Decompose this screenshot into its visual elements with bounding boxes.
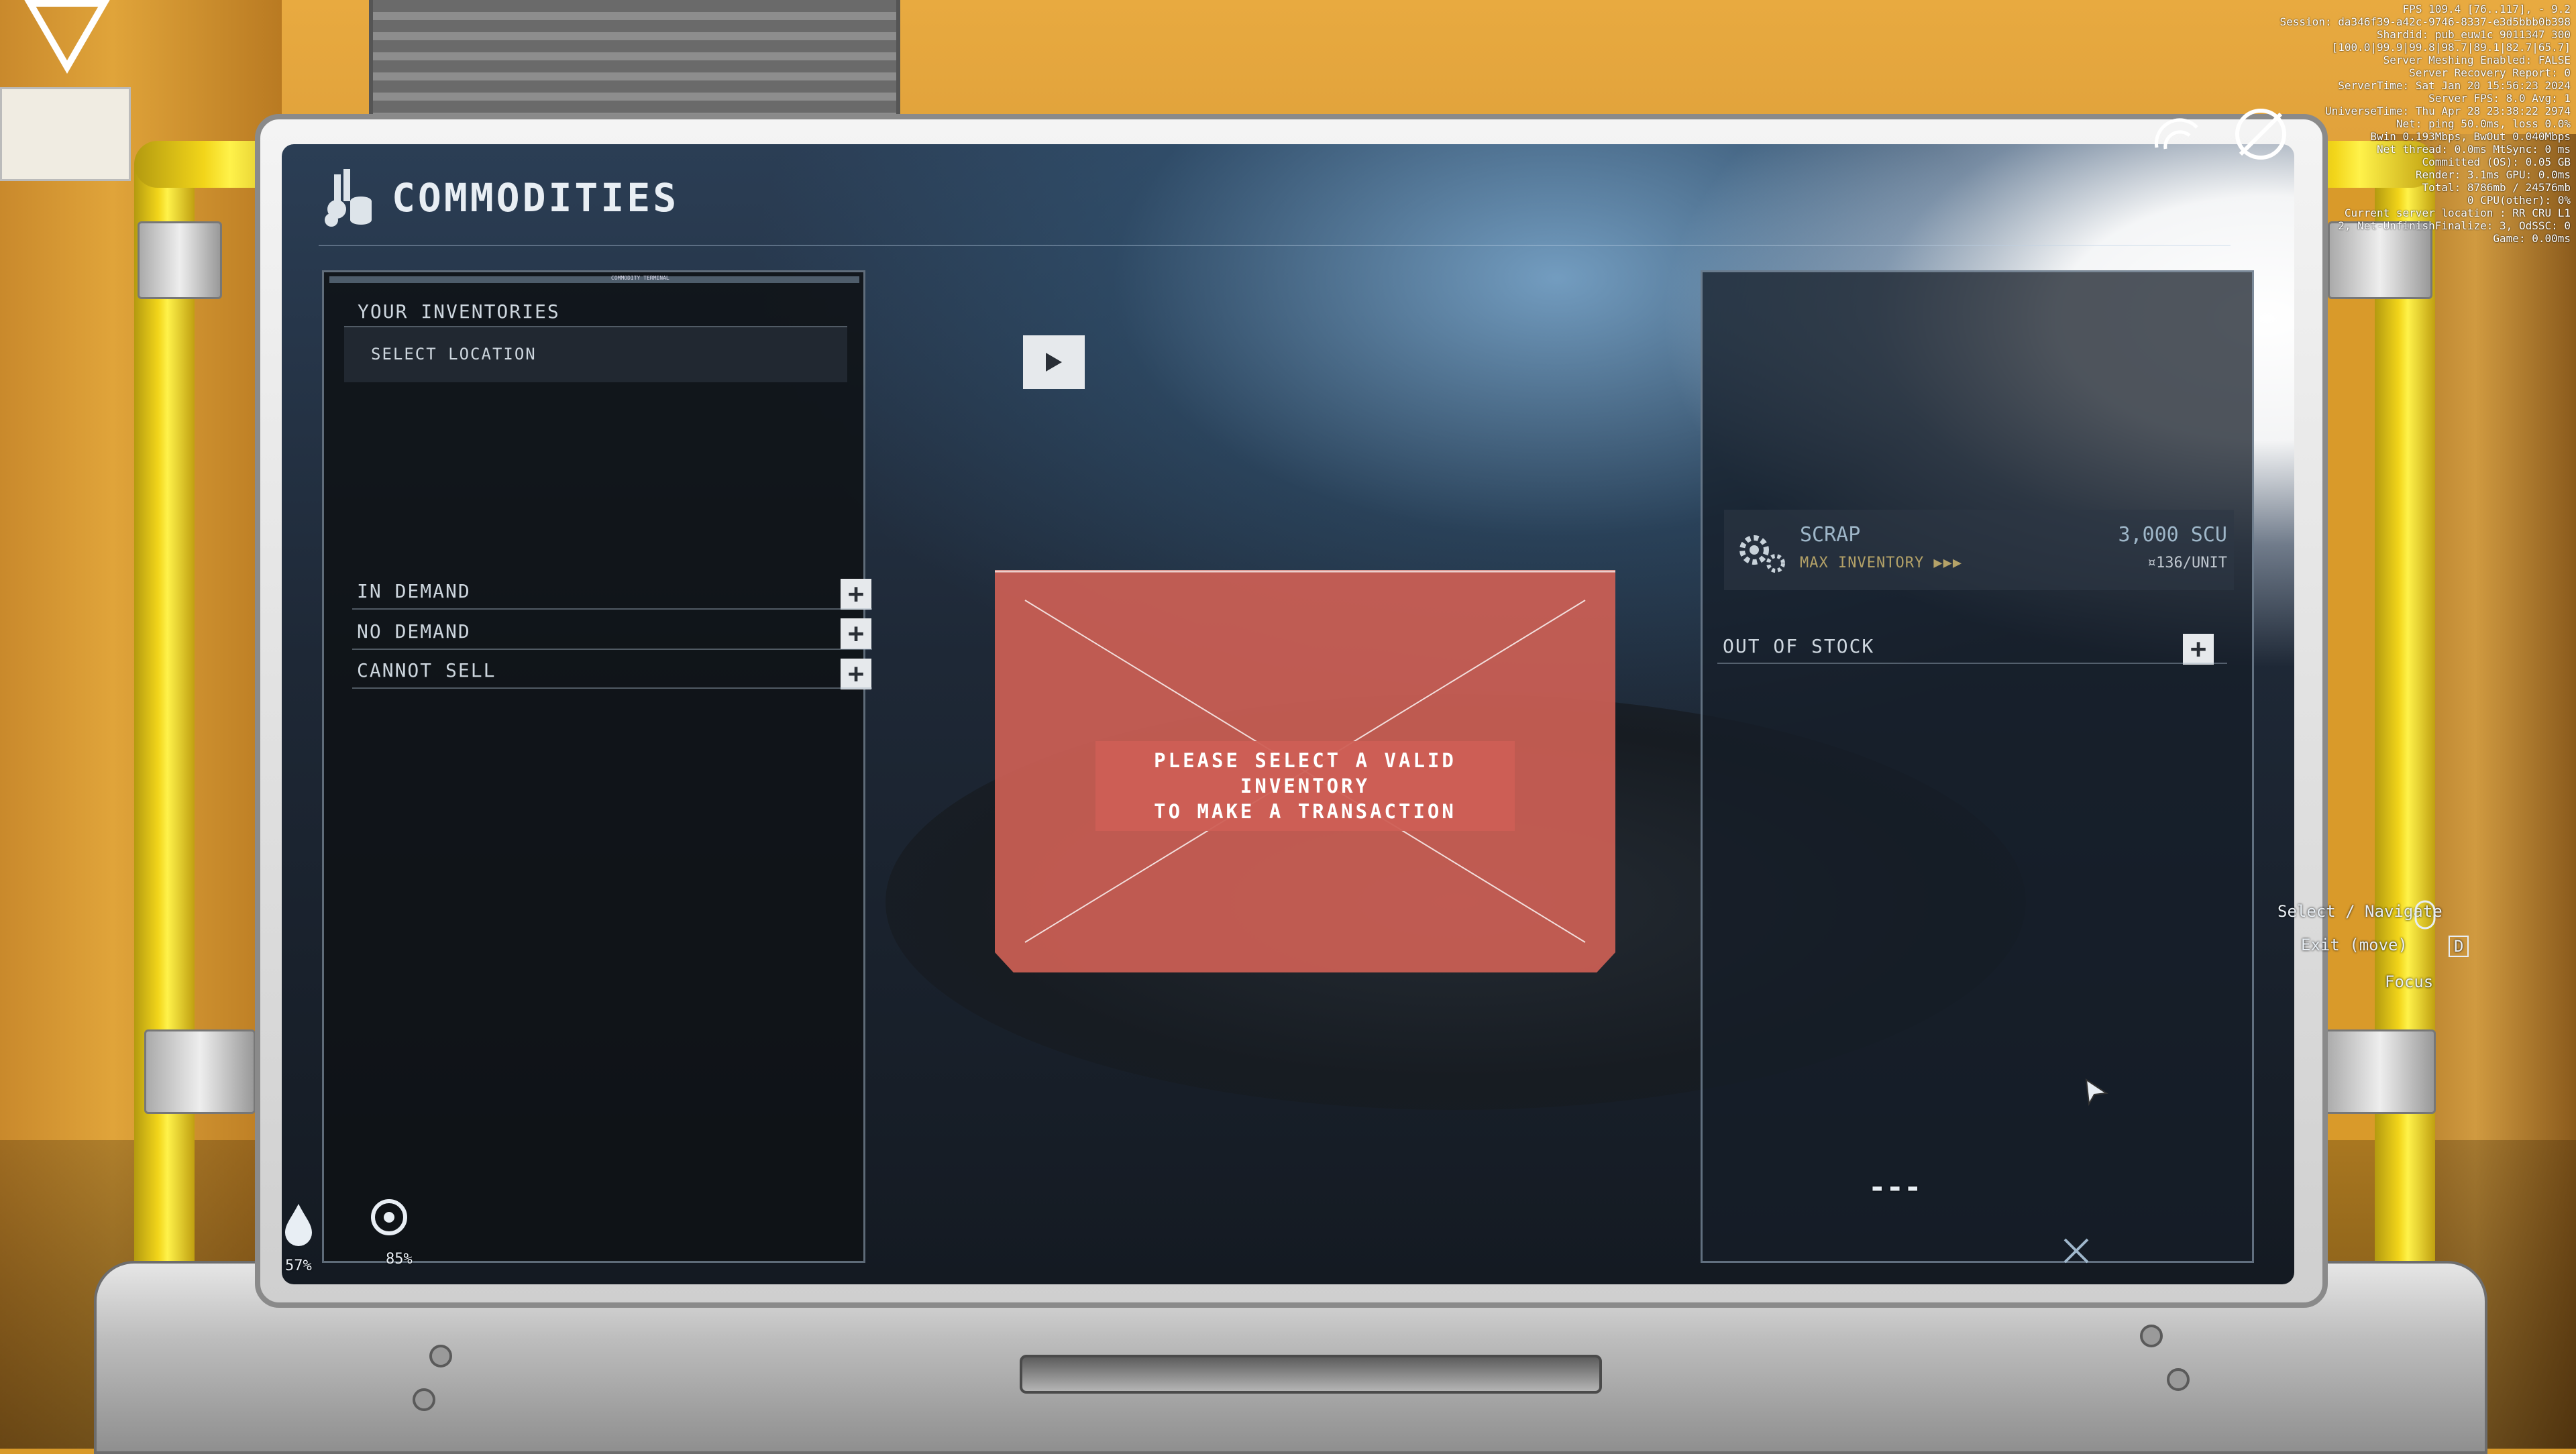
max-inventory-label: MAX INVENTORY ▶▶▶ xyxy=(1800,555,1963,571)
no-signal-icon xyxy=(2235,109,2286,160)
inventories-heading: YOUR INVENTORIES xyxy=(358,300,560,323)
mouse-icon xyxy=(2414,900,2436,930)
debug-line: Total: 8786mb / 24576mb xyxy=(2422,181,2571,194)
fuel-drop-icon xyxy=(285,1204,312,1246)
divider xyxy=(352,649,872,650)
select-location-label: SELECT LOCATION xyxy=(371,345,537,364)
debug-line: Server FPS: 8.0 Avg: 1 xyxy=(2428,92,2571,105)
bolt xyxy=(429,1345,452,1367)
debug-line: ServerTime: Sat Jan 20 15:56:23 2024 xyxy=(2338,79,2571,92)
debug-line: Server Meshing Enabled: FALSE xyxy=(2383,54,2571,66)
gear-icon xyxy=(1739,535,1785,573)
play-arrow-icon xyxy=(1046,353,1062,372)
fuel-percent: 57% xyxy=(285,1257,312,1274)
debug-line: Net: ping 50.0ms, loss 0.0% xyxy=(2396,117,2571,130)
expand-no-demand-button[interactable]: + xyxy=(841,618,871,649)
signal-icon xyxy=(2154,118,2198,150)
bolt xyxy=(413,1388,435,1411)
debug-line: [100.0|99.9|99.8|98.7|89.1|82.7|65.7] xyxy=(2331,41,2571,54)
debug-line: Render: 3.1ms GPU: 0.0ms xyxy=(2415,168,2571,181)
message-line-2: TO MAKE A TRANSACTION xyxy=(1154,800,1456,823)
expand-cannot-sell-button[interactable]: + xyxy=(841,659,871,689)
status-dashes: --- xyxy=(1868,1170,1922,1205)
expand-out-of-stock-button[interactable]: + xyxy=(2183,634,2214,665)
panel-caption-strip: COMMODITY TERMINAL xyxy=(329,275,859,283)
header-divider xyxy=(319,245,2231,246)
section-no-demand[interactable]: NO DEMAND xyxy=(357,620,471,642)
debug-line: FPS 109.4 [76..117], - 9.2 xyxy=(2402,3,2571,15)
divider xyxy=(352,687,872,689)
commodity-scu: 3,000 SCU xyxy=(2118,523,2227,547)
rail-clamp xyxy=(138,221,222,299)
debug-line: Bwin 0.193Mbps, BwOut 0.040Mbps xyxy=(2370,130,2571,143)
debug-line: Game: 0.00ms xyxy=(2493,232,2571,245)
inventory-panel: COMMODITY TERMINAL YOUR INVENTORIES SELE… xyxy=(322,270,865,1263)
wall-sticker xyxy=(0,87,131,181)
panel-caption: COMMODITY TERMINAL xyxy=(611,275,669,281)
bolt xyxy=(2167,1368,2190,1391)
debug-line: Current server location : RR CRU L1 xyxy=(2344,207,2571,219)
section-out-of-stock[interactable]: OUT OF STOCK xyxy=(1723,635,1874,657)
debug-line: Server Recovery Report: 0 xyxy=(2409,66,2571,79)
page-title: COMMODITIES xyxy=(392,175,680,221)
invalid-inventory-message: PLEASE SELECT A VALID INVENTORY TO MAKE … xyxy=(995,570,1615,972)
commodity-list-panel xyxy=(1701,270,2254,1263)
commodities-logo-icon xyxy=(325,169,372,227)
section-in-demand[interactable]: IN DEMAND xyxy=(357,580,471,602)
hint-focus: Focus xyxy=(2385,972,2434,991)
debug-line: Net thread: 0.0ms MtSync: 0 ms xyxy=(2377,143,2571,156)
divider xyxy=(352,608,872,610)
commodity-name: SCRAP xyxy=(1800,523,1861,547)
hint-exit: Exit (move) xyxy=(2301,936,2408,954)
health-percent: 85% xyxy=(386,1251,413,1268)
bolt xyxy=(2140,1325,2163,1347)
cursor-icon xyxy=(2085,1078,2108,1107)
debug-line: Committed (OS): 0.05 GB xyxy=(2422,156,2571,168)
app-header: COMMODITIES xyxy=(322,164,679,231)
terminal-screen: COMMODITIES COMMODITY TERMINAL YOUR INVE… xyxy=(282,144,2294,1284)
debug-line: Session: da346f39-a42c-9746-8337-e3d5bbb… xyxy=(2279,15,2571,28)
commodity-row-scrap[interactable] xyxy=(1724,510,2234,590)
message-line-1: PLEASE SELECT A VALID INVENTORY xyxy=(1154,749,1456,797)
expand-in-demand-button[interactable]: + xyxy=(841,579,871,610)
warning-triangle-icon xyxy=(24,0,110,74)
wall-vent xyxy=(369,0,900,118)
commodity-price: ¤136/UNIT xyxy=(2147,555,2227,571)
rail-left xyxy=(134,141,195,1328)
select-location-button[interactable] xyxy=(1023,335,1085,389)
select-location-row[interactable]: SELECT LOCATION xyxy=(344,327,847,382)
health-status-icon xyxy=(371,1199,407,1235)
section-cannot-sell[interactable]: CANNOT SELL xyxy=(357,659,496,681)
debug-overlay: FPS 109.4 [76..117], - 9.2 Session: da346… xyxy=(2280,3,2571,245)
stand-slot xyxy=(1020,1355,1602,1394)
debug-line: UniverseTime: Thu Apr 28 23:38:22 2974 xyxy=(2324,105,2571,117)
debug-line: 0 CPU(other): 0% xyxy=(2467,194,2571,207)
divider xyxy=(1717,663,2227,664)
debug-line: 2, Net-UnfinishFinalize: 3, OdSSC: 0 xyxy=(2338,219,2571,232)
rail-right xyxy=(2375,141,2435,1328)
debug-line: Shardid: pub_euw1c 9011347 300 xyxy=(2377,28,2571,41)
message-text: PLEASE SELECT A VALID INVENTORY TO MAKE … xyxy=(1095,741,1515,831)
hint-key-d: D xyxy=(2449,936,2469,957)
rail-clamp xyxy=(144,1029,256,1114)
close-icon[interactable] xyxy=(2059,1234,2093,1268)
rail-clamp xyxy=(2324,1029,2436,1114)
